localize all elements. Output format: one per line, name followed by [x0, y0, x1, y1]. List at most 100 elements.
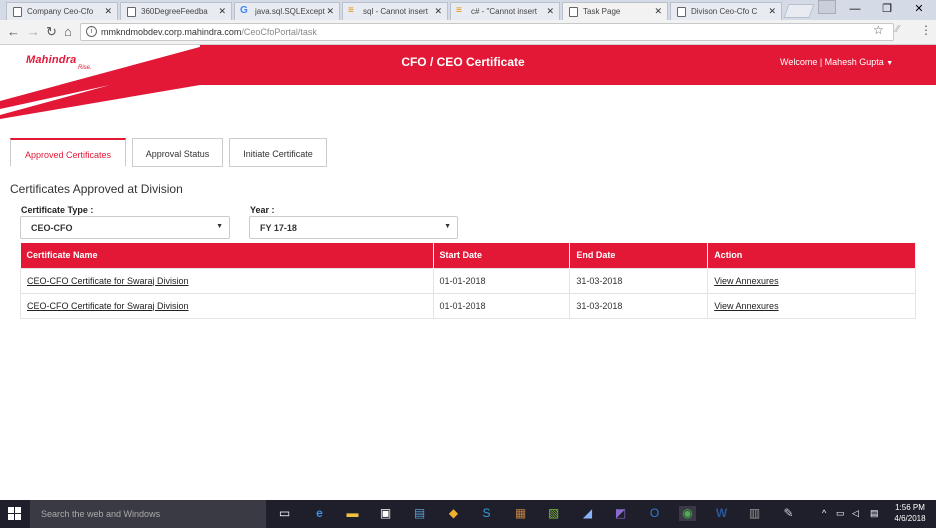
certificate-type-select[interactable]: CEO-CFO ▼	[20, 216, 230, 239]
app-icon[interactable]: ✎	[780, 506, 797, 521]
address-bar-row: ← → ↻ ⌂ i mmkndmobdev.corp.mahindra.com/…	[0, 20, 936, 45]
browser-menu-icon[interactable]: ⋮	[920, 23, 932, 37]
volume-icon[interactable]: ◁	[852, 508, 859, 519]
page-title: CFO / CEO Certificate	[401, 55, 525, 69]
section-title: Certificates Approved at Division	[10, 182, 183, 196]
extension-icon[interactable]: ⁄⁄	[896, 24, 899, 35]
profile-icon[interactable]	[818, 0, 836, 14]
taskbar-clock[interactable]: 1:56 PM 4/6/2018	[888, 502, 932, 524]
close-icon[interactable]: ✕	[104, 6, 112, 17]
action-cell: View Annexures	[707, 292, 916, 319]
certificate-type-label: Certificate Type :	[21, 205, 94, 215]
app-icon[interactable]: ◢	[579, 506, 596, 521]
close-icon[interactable]: ✕	[768, 6, 776, 17]
certificate-type-value: CEO-CFO	[31, 223, 73, 233]
bookmark-star-icon[interactable]: ☆	[873, 23, 884, 37]
paint-icon[interactable]: ◆	[445, 506, 462, 521]
year-value: FY 17-18	[260, 223, 297, 233]
browser-tab-java[interactable]: G java.sql.SQLExcept ✕	[234, 2, 340, 20]
end-date-cell: 31-03-2018	[569, 267, 709, 294]
close-icon[interactable]: ✕	[218, 6, 226, 17]
brand-logo[interactable]: Mahindra	[26, 54, 77, 66]
url-host: mmkndmobdev.corp.mahindra.com	[101, 27, 242, 37]
info-icon[interactable]: i	[86, 26, 97, 37]
action-cell: View Annexures	[707, 267, 916, 294]
page-icon	[569, 7, 578, 17]
window-close-icon[interactable]: ✕	[904, 0, 934, 20]
visual-studio-icon[interactable]: ◩	[612, 506, 629, 521]
store-icon[interactable]: ▣	[377, 506, 394, 521]
browser-tab-strip: Company Ceo-Cfo ✕ 360DegreeFeedba ✕ G ja…	[0, 0, 936, 20]
browser-tab-company[interactable]: Company Ceo-Cfo ✕	[6, 2, 118, 20]
browser-tab-csharp[interactable]: ≡ c# - "Cannot insert ✕	[450, 2, 560, 20]
brand-tagline: Rise.	[78, 65, 92, 71]
skype-icon[interactable]: S	[478, 506, 495, 521]
browser-tab-360[interactable]: 360DegreeFeedba ✕	[120, 2, 232, 20]
certificates-table: Certificate Name Start Date End Date Act…	[20, 243, 916, 319]
table-header-row: Certificate Name Start Date End Date Act…	[20, 243, 916, 268]
new-tab-button[interactable]	[783, 4, 815, 18]
year-select[interactable]: FY 17-18 ▼	[249, 216, 458, 239]
stackoverflow-icon: ≡	[456, 5, 462, 16]
notepad-icon[interactable]: ▧	[545, 506, 562, 521]
tab-approval-status[interactable]: Approval Status	[132, 138, 223, 167]
tray-chevron-icon[interactable]: ^	[822, 508, 826, 518]
page-icon	[677, 7, 686, 17]
browser-tab-division[interactable]: Divison Ceo-Cfo C ✕	[670, 2, 782, 20]
start-date-cell: 01-01-2018	[432, 267, 571, 294]
table-row: CEO-CFO Certificate for Swaraj Division …	[20, 267, 916, 294]
certificate-name-cell: CEO-CFO Certificate for Swaraj Division	[20, 267, 434, 294]
column-header-end-date: End Date	[569, 243, 709, 268]
tab-initiate-certificate[interactable]: Initiate Certificate	[229, 138, 327, 167]
year-label: Year :	[250, 205, 275, 215]
app-icon[interactable]: ▥	[746, 506, 763, 521]
app-icon[interactable]: ▦	[512, 506, 529, 521]
caret-down-icon: ▼	[886, 60, 894, 67]
outlook-icon[interactable]: O	[646, 506, 663, 521]
browser-tab-task-page[interactable]: Task Page ✕	[562, 2, 668, 20]
home-icon[interactable]: ⌂	[64, 24, 72, 39]
browser-tab-sql[interactable]: ≡ sql - Cannot insert ✕	[342, 2, 448, 20]
back-icon[interactable]: ←	[7, 24, 20, 39]
clock-date: 4/6/2018	[894, 514, 926, 523]
view-annexures-link[interactable]: View Annexures	[714, 301, 778, 311]
notifications-icon[interactable]: ▤	[870, 508, 879, 519]
view-annexures-link[interactable]: View Annexures	[714, 276, 778, 286]
url-field[interactable]: i mmkndmobdev.corp.mahindra.com/CeoCfoPo…	[80, 23, 894, 41]
minimize-icon[interactable]: —	[840, 0, 870, 20]
page-icon	[127, 7, 136, 17]
forward-icon[interactable]: →	[27, 24, 40, 39]
certificate-name-link[interactable]: CEO-CFO Certificate for Swaraj Division	[27, 276, 189, 286]
reload-icon[interactable]: ↻	[46, 24, 57, 40]
url-path: /CeoCfoPortal/task	[241, 27, 317, 37]
edge-icon[interactable]: e	[311, 506, 328, 521]
table-row: CEO-CFO Certificate for Swaraj Division …	[20, 292, 916, 319]
taskbar-search-box[interactable]: Search the web and Windows	[30, 500, 266, 528]
user-menu[interactable]: Welcome | Mahesh Gupta ▼	[780, 57, 893, 67]
close-icon[interactable]: ✕	[434, 6, 442, 17]
windows-taskbar: Search the web and Windows ▭ e ▬ ▣ ▤ ◆ S…	[0, 500, 936, 528]
close-icon[interactable]: ✕	[546, 6, 554, 17]
task-view-icon[interactable]: ▭	[276, 506, 293, 521]
close-icon[interactable]: ✕	[654, 6, 662, 17]
file-explorer-icon[interactable]: ▬	[344, 506, 361, 521]
end-date-cell: 31-03-2018	[569, 292, 709, 319]
google-icon: G	[240, 5, 248, 16]
column-header-certificate-name: Certificate Name	[20, 243, 434, 268]
column-header-start-date: Start Date	[433, 243, 571, 268]
app-icon[interactable]: ▤	[411, 506, 428, 521]
close-icon[interactable]: ✕	[326, 6, 334, 17]
select-caret-icon: ▼	[216, 223, 223, 230]
certificate-name-link[interactable]: CEO-CFO Certificate for Swaraj Division	[27, 301, 189, 311]
tab-approved-certificates[interactable]: Approved Certificates	[10, 138, 126, 167]
column-header-action: Action	[707, 243, 916, 268]
windows-start-icon[interactable]	[8, 507, 22, 521]
word-icon[interactable]: W	[713, 506, 730, 521]
certificate-name-cell: CEO-CFO Certificate for Swaraj Division	[20, 292, 434, 319]
page-icon	[13, 7, 22, 17]
restore-icon[interactable]: ❐	[872, 0, 902, 20]
select-caret-icon: ▼	[444, 223, 451, 230]
chrome-icon[interactable]: ◉	[679, 506, 696, 521]
network-icon[interactable]: ▭	[836, 508, 845, 519]
start-date-cell: 01-01-2018	[432, 292, 571, 319]
